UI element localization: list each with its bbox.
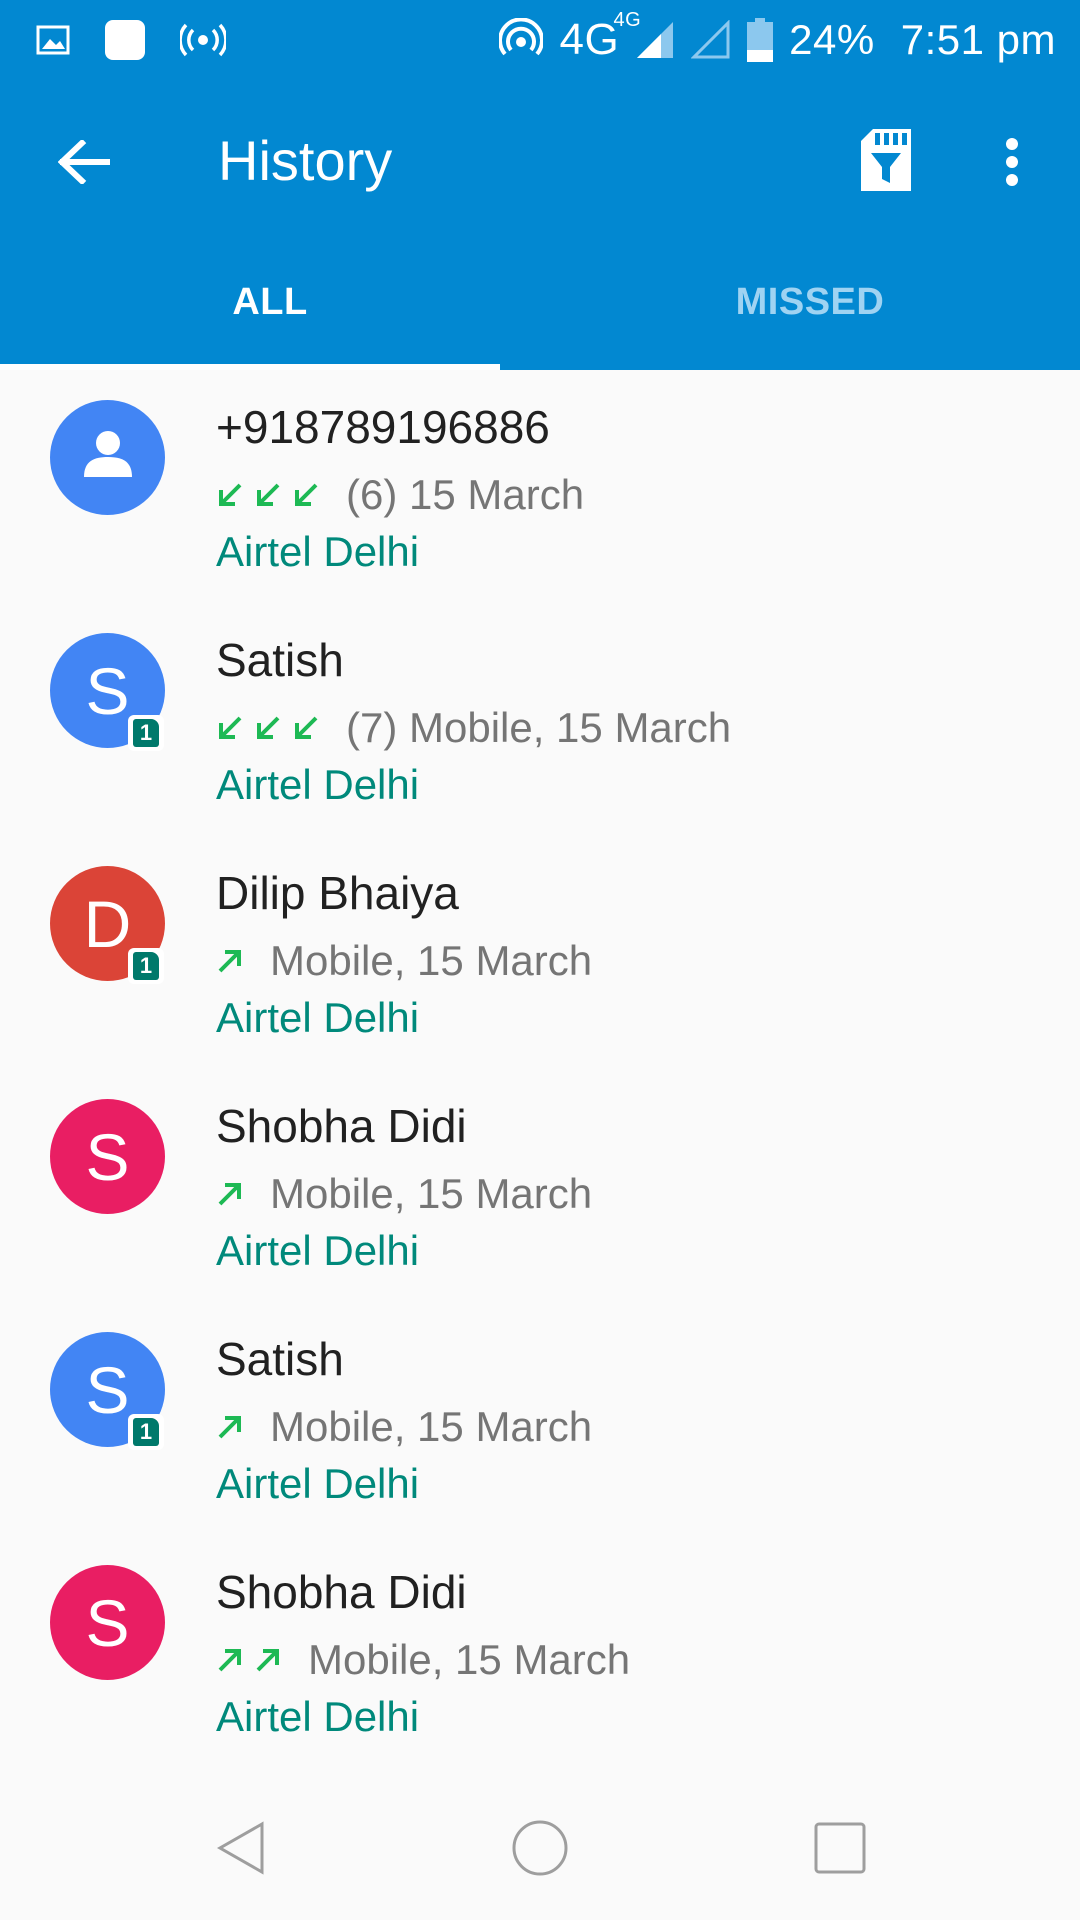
nav-recents-button[interactable] <box>800 1810 880 1890</box>
call-log-item[interactable]: +918789196886 (6) 15 March Airtel Delhi <box>0 370 1080 603</box>
sim-badge: 1 <box>128 715 164 751</box>
outgoing-call-icon <box>216 1413 244 1441</box>
avatar-letter: S <box>85 1352 130 1427</box>
carrier-label: Airtel Delhi <box>216 1227 420 1274</box>
page-title: History <box>218 129 393 192</box>
incoming-call-icon <box>292 714 320 742</box>
nav-back-icon <box>210 1818 270 1883</box>
incoming-call-icon <box>254 714 282 742</box>
call-type-icons <box>216 947 244 975</box>
avatar-letter: S <box>85 653 130 728</box>
back-button[interactable] <box>44 124 124 204</box>
status-indicators: 4G 4G 24% 7:51 pm <box>499 9 1056 70</box>
carrier-label: Airtel Delhi <box>216 994 420 1041</box>
app-notification-icon <box>104 19 146 61</box>
sim-filter-icon <box>859 127 913 198</box>
tab-all[interactable]: ALL <box>0 240 540 370</box>
status-bar: 4G 4G 24% 7:51 pm <box>0 0 1080 80</box>
sim-filter-button[interactable] <box>850 120 922 204</box>
incoming-call-icon <box>216 714 244 742</box>
contact-avatar[interactable]: S <box>50 1565 165 1680</box>
person-icon <box>80 420 136 496</box>
outgoing-call-icon <box>216 1180 244 1208</box>
sim-number: 1 <box>133 719 159 747</box>
call-log-item[interactable]: S 1 Satish Mobile, 15 March Airtel Delhi <box>0 1302 1080 1535</box>
call-detail-line: Mobile, 15 March <box>216 1402 592 1452</box>
avatar-letter: D <box>83 886 132 961</box>
call-detail-line: Mobile, 15 March <box>216 1169 592 1219</box>
call-type-icons <box>216 1413 244 1441</box>
contact-name: Dilip Bhaiya <box>216 867 459 919</box>
avatar-letter: S <box>85 1119 130 1194</box>
carrier-label: Airtel Delhi <box>216 1693 420 1740</box>
contact-avatar[interactable]: S <box>50 1099 165 1214</box>
system-nav-bar <box>0 1780 1080 1920</box>
call-detail-line: (6) 15 March <box>216 470 584 520</box>
outgoing-call-icon <box>216 947 244 975</box>
outgoing-call-icon <box>216 1646 244 1674</box>
arrow-back-icon <box>57 138 111 189</box>
call-type-icons <box>216 481 320 509</box>
tab-bar: ALL MISSED <box>0 240 1080 370</box>
sim-number: 1 <box>133 952 159 980</box>
call-log-item[interactable]: D 1 Dilip Bhaiya Mobile, 15 March Airtel Del… <box>0 836 1080 1069</box>
carrier-label: Airtel Delhi <box>216 1460 420 1507</box>
call-log-item[interactable]: S 1 Satish (7) Mobile, 15 March Airtel Delhi <box>0 603 1080 836</box>
network-type-label: 4G 4G <box>559 9 642 64</box>
contact-name: Shobha Didi <box>216 1100 467 1152</box>
sim-badge: 1 <box>128 948 164 984</box>
contact-name: Satish <box>216 634 344 686</box>
call-detail-text: Mobile, 15 March <box>270 1170 593 1217</box>
nav-back-button[interactable] <box>200 1810 280 1890</box>
call-detail-line: Mobile, 15 March <box>216 936 592 986</box>
clock: 7:51 pm <box>900 16 1056 63</box>
contact-name: +918789196886 <box>216 401 550 453</box>
incoming-call-icon <box>292 481 320 509</box>
call-history-list: +918789196886 (6) 15 March Airtel Delhi S 1 S… <box>0 370 1080 1780</box>
more-options-button[interactable] <box>990 124 1034 204</box>
outgoing-call-icon <box>254 1646 282 1674</box>
battery-icon <box>747 18 774 62</box>
more-vert-icon <box>1005 137 1019 192</box>
call-type-icons <box>216 714 320 742</box>
wifi-calling-icon <box>499 18 544 62</box>
incoming-call-icon <box>254 481 282 509</box>
call-detail-text: (7) Mobile, 15 March <box>346 704 732 751</box>
call-detail-text: (6) 15 March <box>346 471 585 518</box>
incoming-call-icon <box>216 481 244 509</box>
tab-missed[interactable]: MISSED <box>540 240 1080 370</box>
battery-percent: 24% <box>789 16 875 63</box>
nav-recents-icon <box>812 1820 868 1881</box>
sim-badge: 1 <box>128 1414 164 1450</box>
nav-home-icon <box>510 1818 570 1883</box>
call-detail-text: Mobile, 15 March <box>270 1403 593 1450</box>
signal-sim2-icon <box>691 20 731 60</box>
call-detail-text: Mobile, 15 March <box>308 1636 631 1683</box>
contact-name: Satish <box>216 1333 344 1385</box>
carrier-label: Airtel Delhi <box>216 761 420 808</box>
status-notifications <box>36 16 226 64</box>
contact-name: Shobha Didi <box>216 1566 467 1618</box>
signal-sim1-icon <box>635 20 675 60</box>
call-detail-line: Mobile, 15 March <box>216 1635 630 1685</box>
call-detail-text: Mobile, 15 March <box>270 937 593 984</box>
nav-home-button[interactable] <box>500 1810 580 1890</box>
sim-number: 1 <box>133 1418 159 1446</box>
contact-avatar[interactable] <box>50 400 165 515</box>
call-log-item[interactable]: S Shobha Didi Mobile, 15 March Airtel Delhi <box>0 1069 1080 1302</box>
call-detail-line: (7) Mobile, 15 March <box>216 703 731 753</box>
call-log-item[interactable]: S Shobha Didi Mobile, 15 March Airtel Delhi <box>0 1535 1080 1768</box>
carrier-label: Airtel Delhi <box>216 528 420 575</box>
call-type-icons <box>216 1646 282 1674</box>
hotspot-icon <box>180 23 226 57</box>
avatar-letter: S <box>85 1585 130 1660</box>
call-type-icons <box>216 1180 244 1208</box>
gallery-notification-icon <box>36 25 70 55</box>
